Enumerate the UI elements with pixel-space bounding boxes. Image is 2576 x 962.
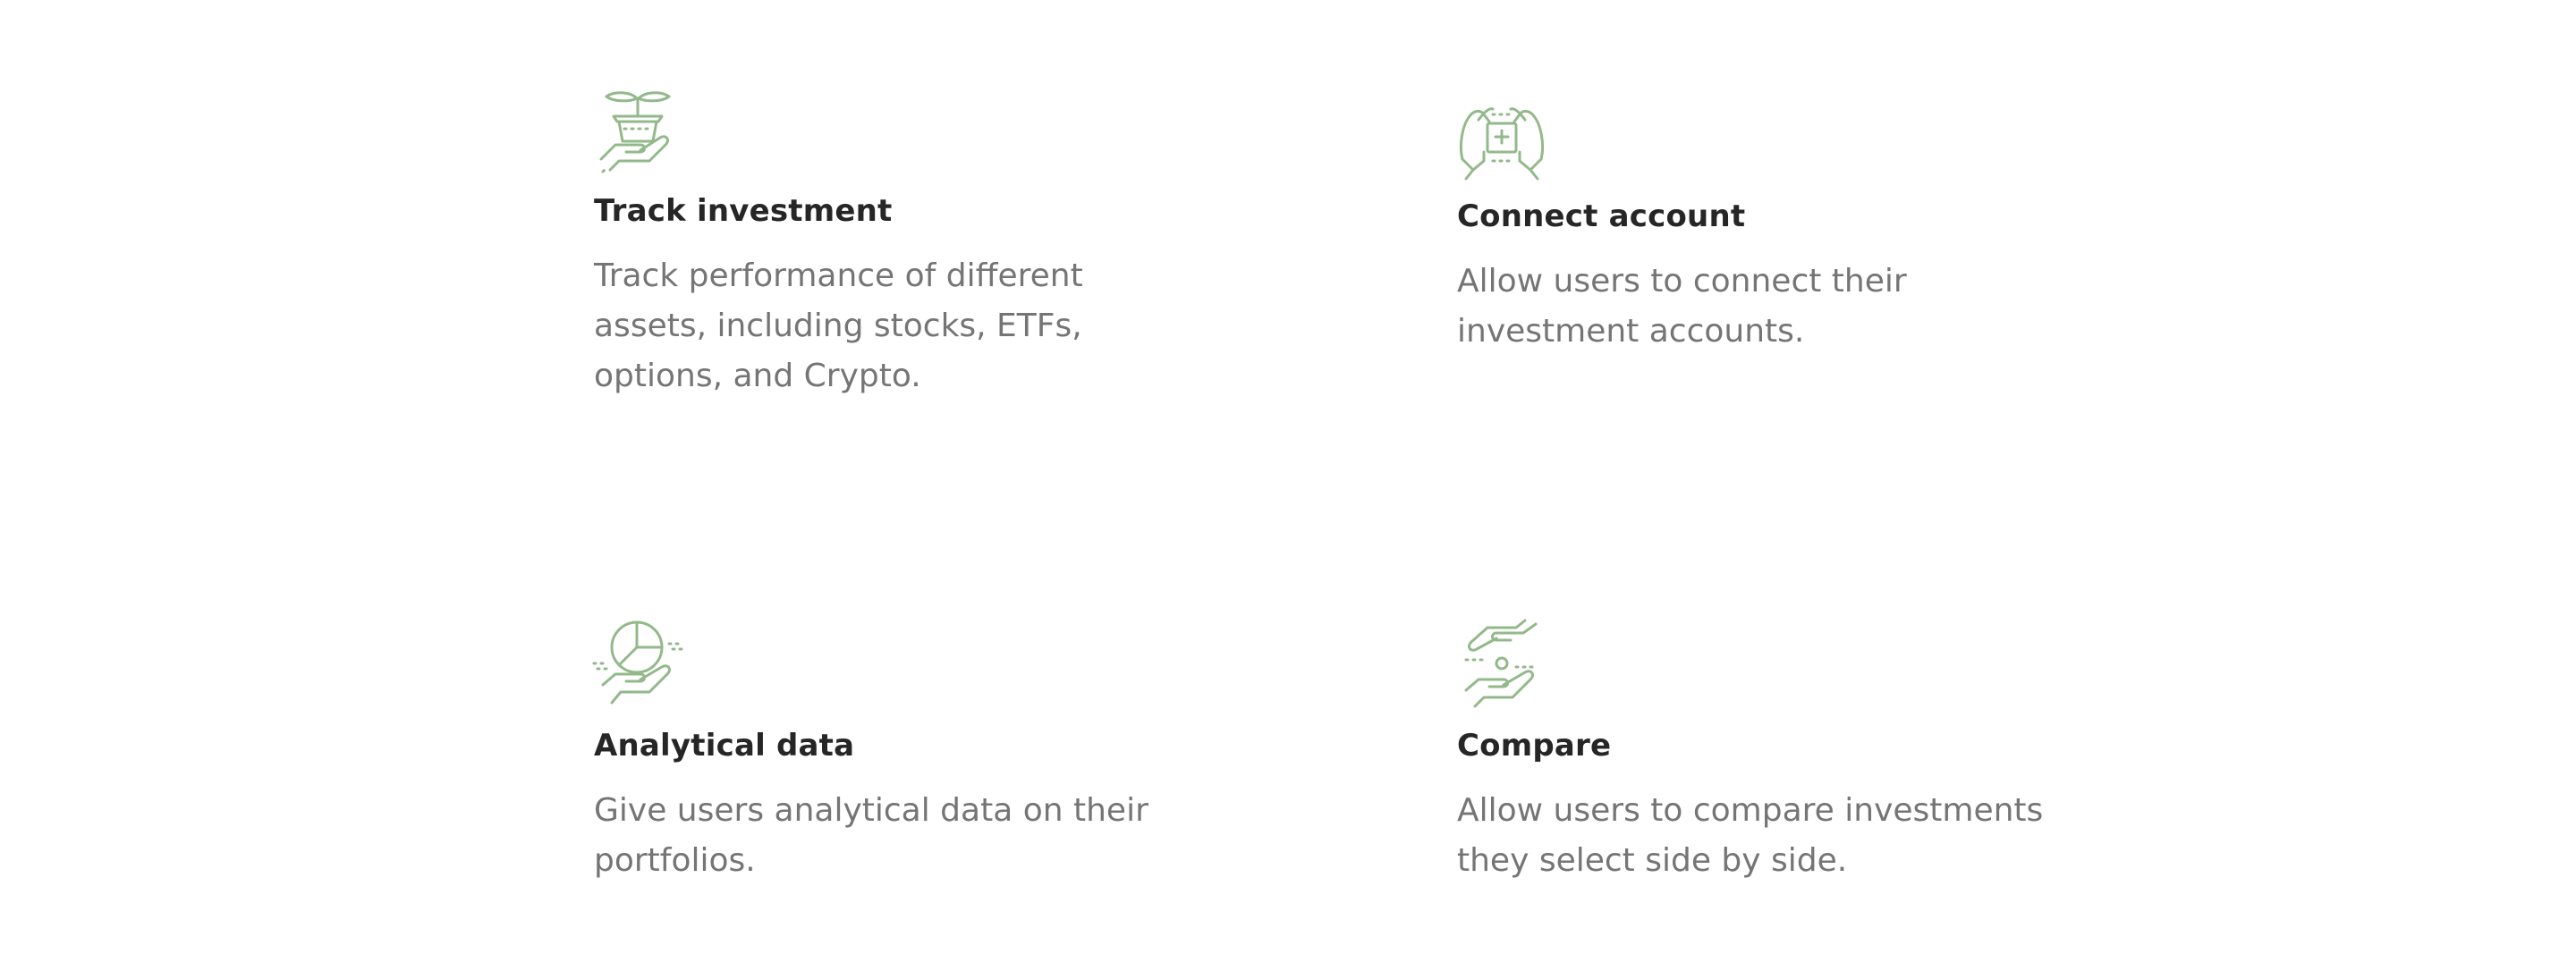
- feature-analytical-data: Analytical data Give users analytical da…: [592, 620, 1220, 886]
- feature-description: Allow users to connect their investment …: [1457, 262, 1907, 350]
- hands-exchange-coin-icon: [1457, 619, 1546, 710]
- feature-description: Track performance of different assets, i…: [594, 257, 1083, 394]
- feature-title: Connect account: [1457, 198, 1746, 234]
- feature-title: Track investment: [594, 193, 893, 229]
- feature-track-investment: Track investment Track performance of di…: [594, 86, 1220, 401]
- feature-compare: Compare Allow users to compare investmen…: [1457, 619, 2083, 886]
- pie-chart-in-hand-icon: [592, 620, 683, 710]
- hands-around-box-icon: [1457, 95, 1546, 184]
- feature-title: Analytical data: [594, 728, 855, 764]
- plant-in-hand-icon: [594, 86, 683, 175]
- feature-description: Give users analytical data on their port…: [594, 791, 1148, 879]
- feature-description: Allow users to compare investments they …: [1457, 791, 2044, 879]
- feature-connect-account: Connect account Allow users to connect t…: [1457, 95, 2083, 357]
- feature-title: Compare: [1457, 728, 1612, 764]
